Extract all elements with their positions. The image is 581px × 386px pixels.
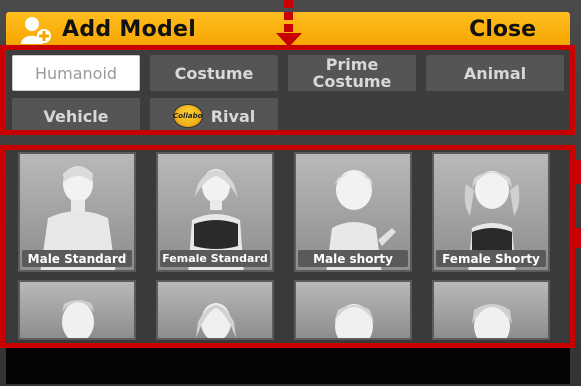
bottom-bar	[6, 348, 570, 384]
female-figure-icon	[196, 303, 236, 338]
side-marker	[575, 160, 581, 184]
annotation-arrow-head	[276, 33, 302, 47]
dialog-title: Add Model	[62, 17, 197, 42]
tab-label: Costume	[174, 63, 254, 83]
tab-label: Animal	[463, 63, 527, 83]
female-shorty-figure-icon	[472, 304, 512, 338]
tab-label: Humanoid	[34, 63, 118, 83]
tab-label: Vehicle	[43, 106, 109, 126]
close-button[interactable]: Close	[469, 17, 536, 42]
tab-label: Rival	[210, 106, 256, 126]
tab-animal[interactable]: Animal	[426, 55, 564, 91]
side-marker	[575, 228, 581, 248]
model-grid: Male Standard Female Standard Male short…	[6, 146, 570, 346]
annotation-arrow-stem	[284, 0, 293, 34]
category-tabs: Humanoid Costume Prime Costume Animal Ve…	[6, 48, 570, 134]
model-card-female-standard[interactable]: Female Standard	[156, 152, 274, 272]
model-card-male-standard[interactable]: Male Standard	[18, 152, 136, 272]
collabo-badge-icon: Collabo	[172, 104, 203, 128]
add-user-icon	[21, 17, 51, 44]
tab-vehicle[interactable]: Vehicle	[12, 98, 140, 134]
add-model-dialog: Add Model Close Humanoid Costume Prime C…	[0, 0, 581, 386]
model-label: Female Shorty	[436, 250, 546, 267]
model-label: Female Standard	[160, 250, 270, 267]
model-label: Male Standard	[22, 250, 132, 267]
model-card[interactable]	[432, 280, 550, 340]
tab-prime-costume[interactable]: Prime Costume	[288, 55, 416, 91]
male-figure-icon	[62, 300, 94, 338]
tab-costume[interactable]: Costume	[150, 55, 278, 91]
tab-rival[interactable]: Collabo Rival	[150, 98, 278, 134]
model-card-female-shorty[interactable]: Female Shorty	[432, 152, 550, 272]
model-card[interactable]	[294, 280, 412, 340]
model-card[interactable]	[156, 280, 274, 340]
model-card[interactable]	[18, 280, 136, 340]
male-shorty-figure-icon	[334, 304, 374, 338]
tab-humanoid[interactable]: Humanoid	[12, 55, 140, 91]
model-card-male-shorty[interactable]: Male shorty	[294, 152, 412, 272]
tab-label: Prime Costume	[312, 55, 392, 91]
model-label: Male shorty	[298, 250, 408, 267]
